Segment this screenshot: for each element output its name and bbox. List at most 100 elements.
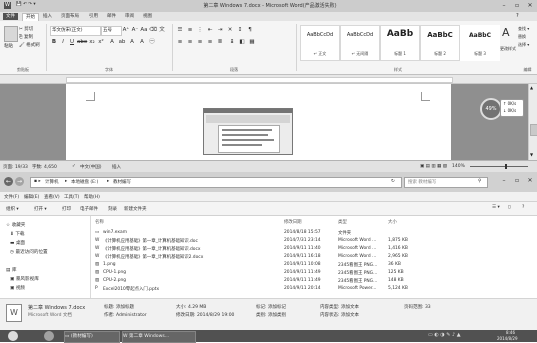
tab-mailings[interactable]: 邮件 xyxy=(104,13,119,20)
breadcrumb-drive[interactable]: 本地磁盘 (E:) xyxy=(71,179,98,185)
menu-view[interactable]: 查看(V) xyxy=(44,194,60,200)
align-left-icon[interactable]: ≡ xyxy=(176,38,184,46)
file-row[interactable]: W 《计算机应用基础》第一章_计算机基础知识.docx 2014/9/11 11… xyxy=(91,245,537,253)
preview-pane-icon[interactable]: ▯ xyxy=(508,205,510,210)
menu-file[interactable]: 文件(F) xyxy=(4,194,19,200)
organize-button[interactable]: 组织 ▾ xyxy=(6,206,19,212)
scroll-thumb[interactable] xyxy=(530,124,537,136)
align-right-icon[interactable]: ≡ xyxy=(196,38,204,46)
distribute-icon[interactable]: ≣ xyxy=(216,38,224,46)
replace-button[interactable]: 替换 xyxy=(518,34,526,40)
details-author[interactable]: 作者: Administrator xyxy=(104,312,147,318)
proofing-icon[interactable]: ✓ xyxy=(72,164,76,169)
maximize-icon[interactable]: ▫ xyxy=(511,177,523,184)
burn-button[interactable]: 刻录 xyxy=(108,206,117,212)
shading-icon[interactable]: ◧ xyxy=(238,38,246,46)
word-count[interactable]: 字数: 4,650 xyxy=(32,164,57,170)
close-icon[interactable]: ✕ xyxy=(524,2,536,9)
strikethrough-icon[interactable]: abe xyxy=(77,38,87,46)
horizontal-ruler[interactable] xyxy=(0,75,537,84)
refresh-icon[interactable]: ↻ xyxy=(391,179,395,184)
search-icon[interactable]: ⚲ xyxy=(478,179,481,184)
address-field[interactable]: ▪ ▸ 计算机 ▸ 本地磁盘 (E:) ▸ 教材编写 ↻ xyxy=(30,177,402,188)
tab-review[interactable]: 审阅 xyxy=(122,13,137,20)
find-button[interactable]: 查找 ▾ xyxy=(518,26,529,32)
style-heading-1[interactable]: AaBb 标题 1 xyxy=(380,25,420,61)
clock-time[interactable]: 8:46 xyxy=(506,330,515,335)
quick-access-icons[interactable]: 💾 ↶ ↷ ▾ xyxy=(16,2,36,7)
zoom-slider[interactable] xyxy=(470,166,528,167)
ie-icon[interactable] xyxy=(44,331,54,341)
align-center-icon[interactable]: ≡ xyxy=(186,38,194,46)
highlight-icon[interactable]: ab xyxy=(118,38,126,46)
change-case-icon[interactable]: Aa xyxy=(140,26,148,34)
file-row[interactable]: ▨ CPU-2.png 2014/9/11 11:49 2345看图王 PNG.… xyxy=(91,277,537,285)
view-options-icon[interactable]: ☰ ▾ xyxy=(492,205,500,210)
decrease-indent-icon[interactable]: ⇤ xyxy=(206,26,214,34)
details-title[interactable]: 标题: 添加标题 xyxy=(104,304,134,310)
file-row[interactable]: W 《计算机应用基础》第一章_计算机基础知识.doc 2014/7/31 23:… xyxy=(91,237,537,245)
column-date[interactable]: 修改日期 xyxy=(284,219,302,225)
numbering-icon[interactable]: ≡ xyxy=(186,26,194,34)
details-content-type[interactable]: 内容类型: 添加文本 xyxy=(320,304,359,310)
style-normal[interactable]: AaBbCcDd ↵ 正文 xyxy=(300,25,340,61)
nav-favorites[interactable]: ☆ 收藏夹 xyxy=(6,222,25,228)
file-row[interactable]: P Excel2010零起点入门.pptx 2014/9/11 20:14 Mi… xyxy=(91,285,537,293)
justify-icon[interactable]: ≡ xyxy=(206,38,214,46)
text-effects-icon[interactable]: A xyxy=(108,38,116,46)
column-type[interactable]: 类型 xyxy=(338,219,347,225)
nav-storm-video[interactable]: ▣ 暴风影视库 xyxy=(10,276,39,282)
select-button[interactable]: 选择 ▾ xyxy=(518,42,529,48)
nav-downloads[interactable]: ⬇ 下载 xyxy=(10,231,25,237)
column-size[interactable]: 大小 xyxy=(388,219,397,225)
breadcrumb-computer[interactable]: 计算机 xyxy=(45,179,59,185)
embedded-screenshot-image[interactable] xyxy=(203,108,293,155)
change-styles-button[interactable]: A 更改样式 xyxy=(500,24,516,64)
sort-icon[interactable]: ↕ xyxy=(236,26,244,34)
back-icon[interactable]: ← xyxy=(4,177,13,186)
document-page[interactable] xyxy=(66,84,451,160)
show-marks-icon[interactable]: ¶ xyxy=(246,26,254,34)
column-name[interactable]: 名称 xyxy=(95,219,104,225)
grow-font-icon[interactable]: A⁺ xyxy=(122,26,130,34)
details-category[interactable]: 类别: 添加类别 xyxy=(256,312,286,318)
tab-insert[interactable]: 插入 xyxy=(40,13,55,20)
help-icon[interactable]: ? xyxy=(516,13,519,19)
nav-desktop[interactable]: ▬ 桌面 xyxy=(10,240,25,246)
tab-file[interactable]: 文件 xyxy=(3,13,18,20)
bold-icon[interactable]: B xyxy=(50,38,58,46)
insert-mode-indicator[interactable]: 插入 xyxy=(112,164,121,170)
enclose-char-icon[interactable]: ㊀ xyxy=(148,38,156,46)
tab-page-layout[interactable]: 页面布局 xyxy=(58,13,82,20)
tab-references[interactable]: 引用 xyxy=(86,13,101,20)
open-button[interactable]: 打开 ▾ xyxy=(34,206,47,212)
paste-label[interactable]: 粘贴 xyxy=(4,43,13,49)
zoom-slider-thumb[interactable] xyxy=(505,164,507,169)
underline-icon[interactable]: U xyxy=(68,38,76,46)
menu-help[interactable]: 帮助(H) xyxy=(84,194,100,200)
nav-videos[interactable]: ▣ 视频 xyxy=(10,285,25,291)
superscript-icon[interactable]: x² xyxy=(97,38,105,46)
line-spacing-icon[interactable]: ↨ xyxy=(228,38,236,46)
font-color-icon[interactable]: A xyxy=(128,38,136,46)
speed-ball-badge[interactable]: 49% xyxy=(480,98,502,120)
help-icon[interactable]: ? xyxy=(522,205,524,210)
file-row[interactable]: ▨ CPU-1.png 2014/9/11 11:49 2345看图王 PNG.… xyxy=(91,269,537,277)
borders-icon[interactable]: ▦ xyxy=(248,38,256,46)
menu-tools[interactable]: 工具(T) xyxy=(64,194,79,200)
phonetic-icon[interactable]: 文 xyxy=(158,26,166,34)
word-app-icon[interactable]: W xyxy=(4,2,11,9)
menu-edit[interactable]: 编辑(E) xyxy=(24,194,39,200)
search-box[interactable]: 搜索 教材编写 ⚲ xyxy=(404,177,488,188)
shrink-font-icon[interactable]: A⁻ xyxy=(131,26,139,34)
multilevel-list-icon[interactable]: ⋮ xyxy=(196,26,204,34)
print-button[interactable]: 打印 xyxy=(62,206,71,212)
close-icon[interactable]: ✕ xyxy=(524,177,536,184)
details-content-status[interactable]: 内容状态: 添加文本 xyxy=(320,312,359,318)
copy-button[interactable]: ⎘ 复制 xyxy=(19,34,33,40)
minimize-icon[interactable]: – xyxy=(498,2,510,9)
char-shading-icon[interactable]: A xyxy=(138,38,146,46)
file-row[interactable]: ▨ 1.png 2014/9/11 10:08 2345看图王 PNG... 3… xyxy=(91,261,537,269)
font-size-select[interactable]: 五号 xyxy=(101,26,122,36)
tab-home[interactable]: 开始 xyxy=(22,13,39,21)
